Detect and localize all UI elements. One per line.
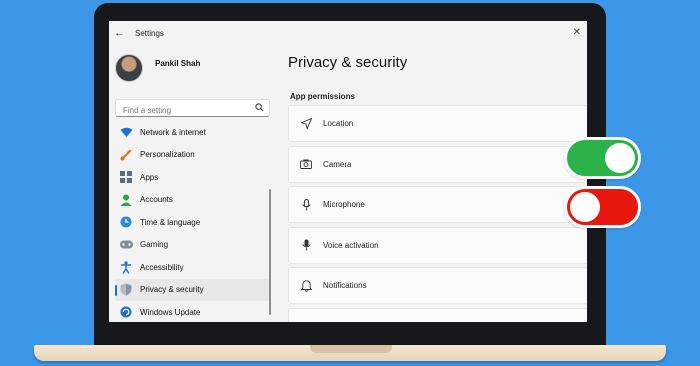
sidebar-item-label: Windows Update <box>140 307 201 317</box>
sidebar-item-network[interactable]: Network & internet <box>115 121 270 144</box>
update-icon <box>119 305 133 319</box>
location-arrow-icon <box>299 117 313 131</box>
laptop-notch <box>310 345 392 353</box>
permissions-list: Location Camera Microphone Voice activat… <box>288 105 587 322</box>
apps-icon <box>119 170 133 184</box>
sidebar-nav: Network & internet Personalization Apps … <box>115 121 270 322</box>
back-arrow-icon[interactable]: ← <box>114 27 125 39</box>
sidebar-item-privacy-security[interactable]: Privacy & security <box>115 278 270 301</box>
camera-toggle-on[interactable] <box>564 137 641 179</box>
sidebar-item-windows-update[interactable]: Windows Update <box>115 301 270 322</box>
sidebar-item-accounts[interactable]: Accounts <box>115 189 270 212</box>
avatar[interactable] <box>115 54 143 82</box>
search-input[interactable] <box>121 102 250 119</box>
permission-row-notifications[interactable]: Notifications <box>288 267 587 304</box>
close-icon[interactable]: ✕ <box>573 27 581 38</box>
permission-label: Camera <box>323 159 352 169</box>
user-name: Pankil Shah <box>155 59 201 68</box>
brush-icon <box>119 148 133 162</box>
camera-icon <box>299 157 313 171</box>
sidebar-item-personalization[interactable]: Personalization <box>115 144 270 167</box>
permission-label: Microphone <box>323 200 365 209</box>
settings-window: ← Settings ✕ Pankil Shah Network & inter… <box>109 21 587 322</box>
person-icon <box>119 193 133 207</box>
toggle-knob <box>570 192 600 222</box>
permission-row-voice-activation[interactable]: Voice activation <box>288 226 587 264</box>
sidebar-item-label: Personalization <box>140 150 195 160</box>
permission-label: Notifications <box>323 281 367 290</box>
sidebar-item-label: Privacy & security <box>140 285 204 295</box>
sidebar-item-label: Apps <box>140 172 159 182</box>
shield-icon <box>119 283 133 297</box>
sidebar-item-time-language[interactable]: Time & language <box>115 211 270 234</box>
title-bar: ← Settings ✕ <box>109 21 587 47</box>
permission-row-microphone[interactable]: Microphone <box>288 186 587 223</box>
sidebar-scrollbar[interactable] <box>269 189 271 315</box>
search-icon[interactable] <box>255 103 264 114</box>
search-box[interactable] <box>115 99 270 119</box>
sidebar-item-apps[interactable]: Apps <box>115 166 270 189</box>
bell-icon <box>299 279 313 293</box>
permission-label: Voice activation <box>323 240 379 250</box>
sidebar-item-label: Accounts <box>140 195 173 205</box>
toggle-knob <box>605 143 635 173</box>
permission-label: Location <box>323 119 354 128</box>
microphone-toggle-off[interactable] <box>564 186 641 228</box>
voice-icon <box>299 238 313 252</box>
page-title: Privacy & security <box>288 54 408 71</box>
permission-row-location[interactable]: Location <box>288 105 587 142</box>
sidebar-item-label: Network & internet <box>140 127 206 137</box>
section-title: App permissions <box>290 92 355 101</box>
window-title: Settings <box>135 29 164 38</box>
permission-row-camera[interactable]: Camera <box>288 145 587 183</box>
sidebar-item-label: Accessibility <box>140 262 184 272</box>
sidebar-item-label: Gaming <box>140 240 169 250</box>
permission-row-partial <box>288 307 587 322</box>
sidebar-item-gaming[interactable]: Gaming <box>115 234 270 257</box>
microphone-icon <box>299 198 313 212</box>
wifi-icon <box>119 125 133 139</box>
accessibility-icon <box>119 260 133 274</box>
gamepad-icon <box>119 238 133 252</box>
sidebar-item-accessibility[interactable]: Accessibility <box>115 256 270 279</box>
sidebar-item-label: Time & language <box>140 217 201 227</box>
globe-clock-icon <box>119 215 133 229</box>
